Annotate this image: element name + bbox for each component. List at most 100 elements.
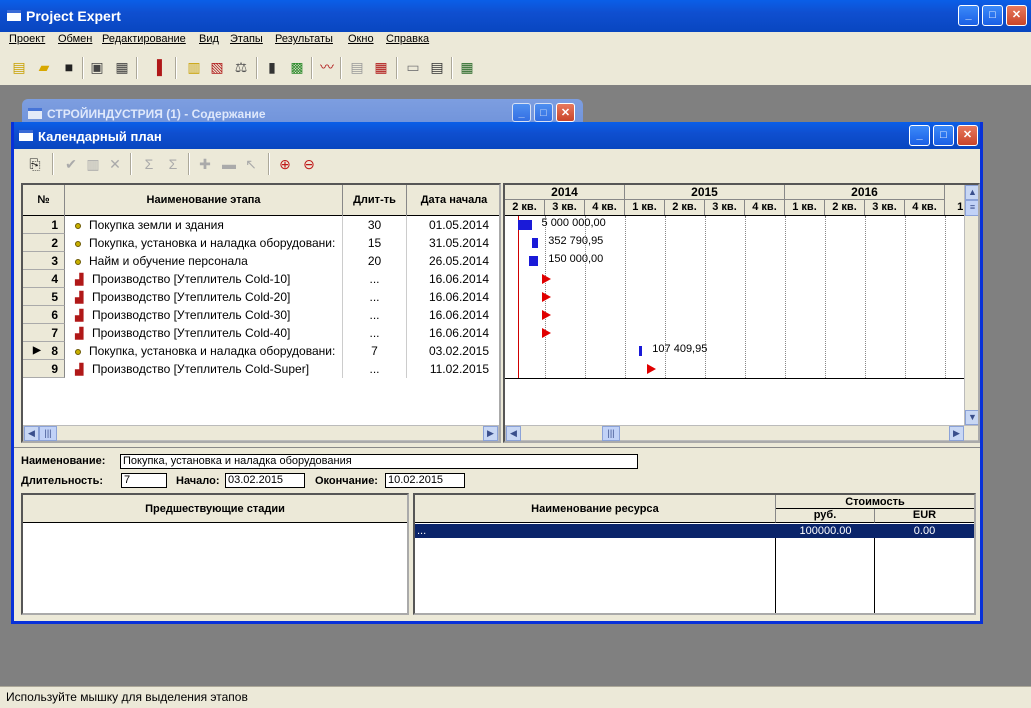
stage-chart-icon[interactable]: ▥ xyxy=(84,155,102,173)
duration-cell[interactable]: ... xyxy=(343,324,407,342)
calculator-icon[interactable]: ▦ xyxy=(458,58,476,76)
row-number[interactable]: 6 xyxy=(23,306,65,324)
link-stages-icon[interactable]: ▬ xyxy=(220,155,238,173)
gantt-task-bar[interactable] xyxy=(529,256,539,266)
minimize-button[interactable]: _ xyxy=(958,5,979,26)
scroll-thumb[interactable]: ||| xyxy=(39,426,57,441)
stage-name-cell[interactable]: ▟ Производство [Утеплитель Cold-Super] xyxy=(65,360,343,378)
scroll-right-arrow[interactable]: ▶ xyxy=(949,426,964,441)
scroll-right-arrow[interactable]: ▶ xyxy=(483,426,498,441)
table-row[interactable]: 2 Покупка, установка и наладка оборудован… xyxy=(23,234,499,252)
start-date-cell[interactable]: 16.06.2014 xyxy=(407,306,501,324)
start-date-cell[interactable]: 16.06.2014 xyxy=(407,288,501,306)
pointer-icon[interactable]: ↖ xyxy=(242,155,260,173)
print-preview-icon[interactable]: ▣ xyxy=(88,58,106,76)
table-row[interactable]: 6 ▟ Производство [Утеплитель Cold-30]... 16… xyxy=(23,306,499,324)
stage-name-cell[interactable]: ▟ Производство [Утеплитель Cold-20] xyxy=(65,288,343,306)
line-chart-icon[interactable]: 〰 xyxy=(318,58,336,76)
menu-project[interactable]: Проект xyxy=(9,33,45,45)
scroll-thumb[interactable]: ||| xyxy=(602,426,620,441)
row-number[interactable]: 4 xyxy=(23,270,65,288)
sum-icon[interactable]: Σ xyxy=(140,155,158,173)
scroll-left-arrow[interactable]: ◀ xyxy=(24,426,39,441)
col-start-header[interactable]: Дата начала xyxy=(407,185,501,216)
row-number[interactable]: 9 xyxy=(23,360,65,378)
duration-cell[interactable]: 15 xyxy=(343,234,407,252)
delete-icon[interactable]: ✕ xyxy=(106,155,124,173)
gantt-vscrollbar[interactable]: ▲ ≡ ▼ xyxy=(964,185,978,425)
resource-row[interactable]: ... 100000.00 0.00 xyxy=(415,524,974,538)
production-start-marker[interactable] xyxy=(542,328,552,338)
row-number[interactable]: 7 xyxy=(23,324,65,342)
duration-cell[interactable]: 30 xyxy=(343,216,407,234)
stage-name-cell[interactable]: ▟ Производство [Утеплитель Cold-10] xyxy=(65,270,343,288)
balance-icon[interactable]: ⚖ xyxy=(232,58,250,76)
production-start-marker[interactable] xyxy=(646,364,656,374)
start-date-cell[interactable]: 03.02.2015 xyxy=(407,342,501,360)
row-number[interactable]: ▶ 8 xyxy=(23,342,65,360)
stage-name-cell[interactable]: Покупка земли и здания xyxy=(65,216,343,234)
stage-name-cell[interactable]: ▟ Производство [Утеплитель Cold-30] xyxy=(65,306,343,324)
new-file-icon[interactable]: ▤ xyxy=(10,58,28,76)
menu-results[interactable]: Результаты xyxy=(275,33,333,45)
table-row[interactable]: 5 ▟ Производство [Утеплитель Cold-20]... 16… xyxy=(23,288,499,306)
menu-edit[interactable]: Редактирование xyxy=(102,33,186,45)
calendar-plan-icon[interactable]: ▥ xyxy=(185,58,203,76)
production-start-marker[interactable] xyxy=(542,274,552,284)
duration-cell[interactable]: ... xyxy=(343,288,407,306)
bar-chart-icon[interactable]: ▮ xyxy=(263,58,281,76)
row-number[interactable]: 3 xyxy=(23,252,65,270)
maximize-button[interactable]: □ xyxy=(982,5,1003,26)
duration-cell[interactable]: ... xyxy=(343,306,407,324)
open-folder-icon[interactable]: ▰ xyxy=(35,58,53,76)
menu-stages[interactable]: Этапы xyxy=(230,33,263,45)
col-number-header[interactable]: № xyxy=(23,185,65,216)
bg-close-button[interactable]: ✕ xyxy=(556,103,575,122)
zoom-out-icon[interactable]: ⊖ xyxy=(300,155,318,173)
end-field[interactable]: 10.02.2015 xyxy=(385,473,465,488)
print-icon[interactable]: ▦ xyxy=(113,58,131,76)
table-row[interactable]: ▶ 8 Покупка, установка и наладка оборудова… xyxy=(23,342,499,360)
menu-window[interactable]: Окно xyxy=(348,33,374,45)
exit-door-icon[interactable]: ▐ xyxy=(148,58,166,76)
name-field[interactable]: Покупка, установка и наладка оборудовани… xyxy=(120,454,638,469)
table-row[interactable]: 4 ▟ Производство [Утеплитель Cold-10]... 16… xyxy=(23,270,499,288)
left-hscrollbar[interactable]: ◀ ||| ▶ xyxy=(23,425,499,441)
duration-cell[interactable]: ... xyxy=(343,360,407,378)
menu-view[interactable]: Вид xyxy=(199,33,219,45)
start-date-cell[interactable]: 26.05.2014 xyxy=(407,252,501,270)
checkmark-icon[interactable]: ✔ xyxy=(62,155,80,173)
table-row[interactable]: 1 Покупка земли и здания 30 01.05.2014 xyxy=(23,216,499,234)
start-date-cell[interactable]: 01.05.2014 xyxy=(407,216,501,234)
save-icon[interactable]: ■ xyxy=(60,58,78,76)
exit-icon[interactable]: ⎘ xyxy=(26,155,44,173)
start-date-cell[interactable]: 31.05.2014 xyxy=(407,234,501,252)
row-number[interactable]: 2 xyxy=(23,234,65,252)
zoom-in-icon[interactable]: ⊕ xyxy=(276,155,294,173)
gantt-task-bar[interactable] xyxy=(531,238,539,248)
analysis-icon[interactable]: ▤ xyxy=(348,58,366,76)
menu-exchange[interactable]: Обмен xyxy=(58,33,92,45)
production-start-marker[interactable] xyxy=(542,310,552,320)
gantt-hscrollbar[interactable]: ◀ ||| ▶ xyxy=(505,425,978,441)
cashflow-icon[interactable]: ▧ xyxy=(208,58,226,76)
start-date-cell[interactable]: 16.06.2014 xyxy=(407,270,501,288)
vscroll-thumb[interactable]: ≡ xyxy=(965,200,978,216)
duration-cell[interactable]: 7 xyxy=(343,342,407,360)
table-row[interactable]: 9 ▟ Производство [Утеплитель Cold-Super]..… xyxy=(23,360,499,378)
text-doc-icon[interactable]: ▭ xyxy=(404,58,422,76)
stage-name-cell[interactable]: Покупка, установка и наладка оборудовани… xyxy=(65,234,343,252)
col-duration-header[interactable]: Длит-ть xyxy=(343,185,407,216)
stage-name-cell[interactable]: Найм и обучение персонала xyxy=(65,252,343,270)
scroll-down-arrow[interactable]: ▼ xyxy=(965,410,978,425)
production-start-marker[interactable] xyxy=(542,292,552,302)
start-field[interactable]: 03.02.2015 xyxy=(225,473,305,488)
table-row[interactable]: 7 ▟ Производство [Утеплитель Cold-40]... 16… xyxy=(23,324,499,342)
scroll-up-arrow[interactable]: ▲ xyxy=(965,185,978,200)
sum-arrow-icon[interactable]: Σ xyxy=(164,155,182,173)
menu-help[interactable]: Справка xyxy=(386,33,429,45)
bg-maximize-button[interactable]: □ xyxy=(534,103,553,122)
document-icon[interactable]: ▦ xyxy=(372,58,390,76)
cp-close-button[interactable]: ✕ xyxy=(957,125,978,146)
report-icon[interactable]: ▩ xyxy=(288,58,306,76)
